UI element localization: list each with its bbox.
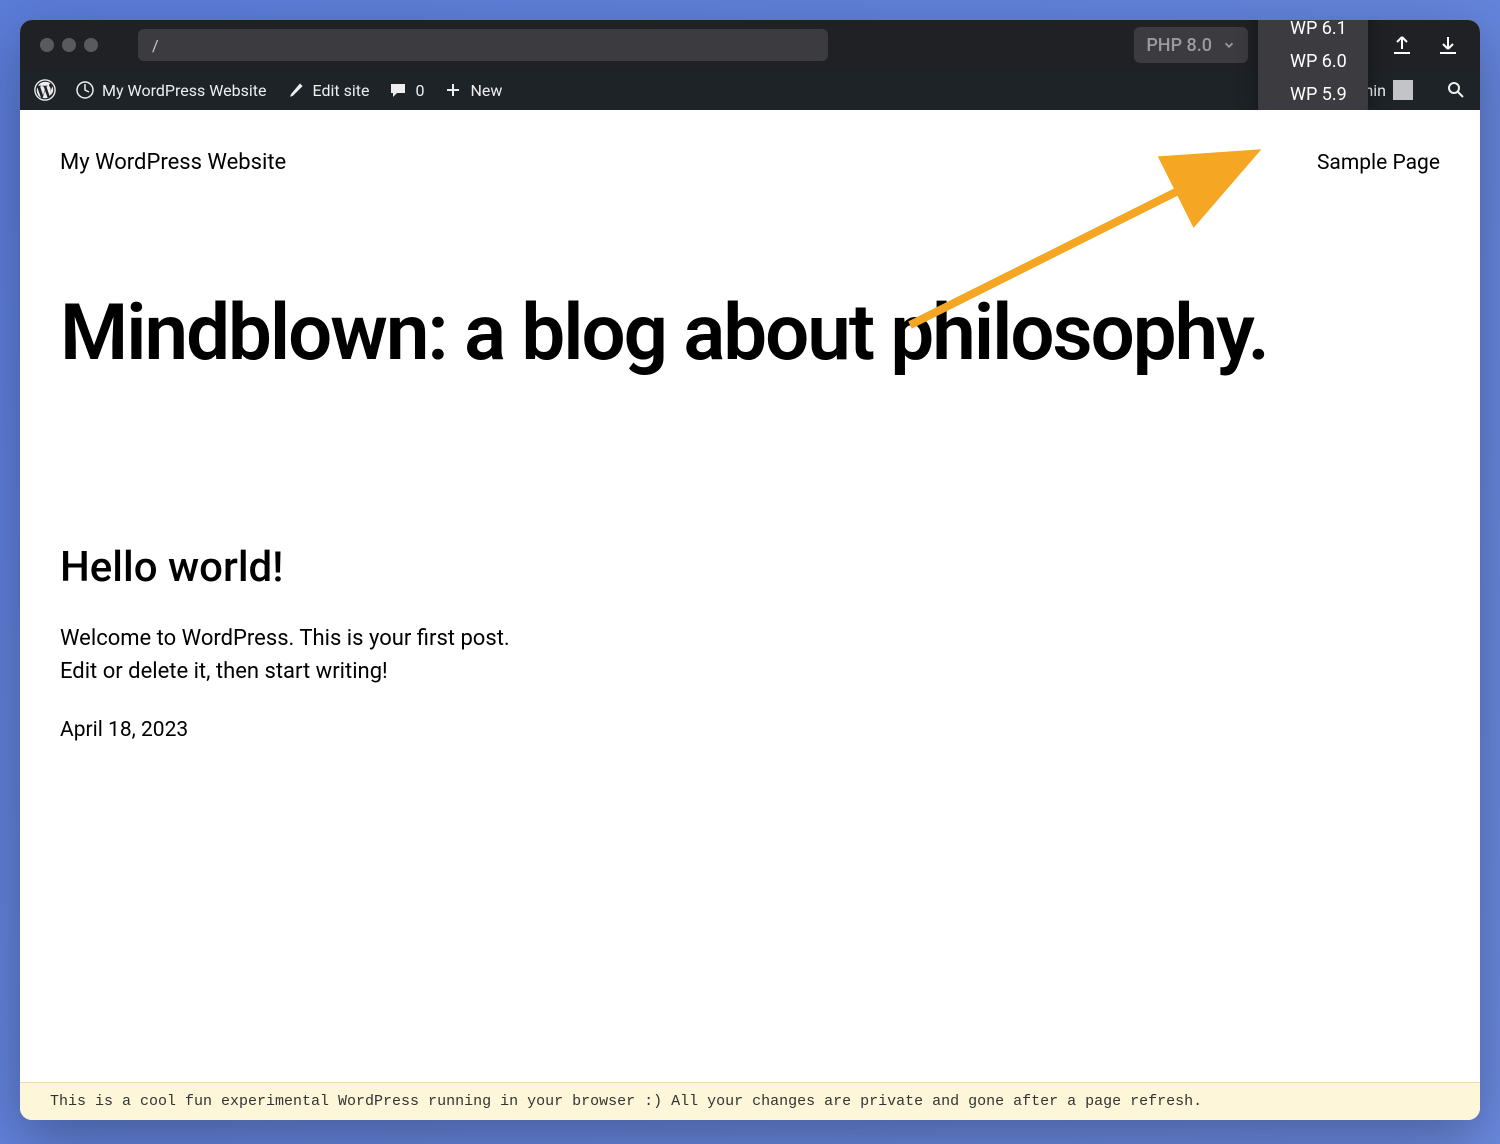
- adminbar-comments[interactable]: 0: [388, 80, 424, 100]
- nav-sample-page[interactable]: Sample Page: [1317, 151, 1440, 175]
- site-title[interactable]: My WordPress Website: [60, 150, 286, 175]
- post-body-line: Edit or delete it, then start writing!: [60, 655, 1440, 688]
- adminbar-site-name[interactable]: My WordPress Website: [75, 80, 267, 100]
- adminbar-comments-count: 0: [415, 81, 424, 100]
- post-body: Welcome to WordPress. This is your first…: [60, 622, 1440, 688]
- wp-version-dropdown[interactable]: ✓ WP 6.2 WP 6.1 WP 6.0 WP 5.9: [1258, 20, 1368, 115]
- adminbar-edit-site-label: Edit site: [313, 81, 370, 100]
- hero-heading: Mindblown: a blog about philosophy.: [60, 295, 1440, 373]
- adminbar-site-label: My WordPress Website: [102, 81, 267, 100]
- chevron-down-icon: [1222, 38, 1236, 52]
- pencil-icon: [286, 80, 306, 100]
- adminbar-new-label: New: [470, 81, 502, 100]
- minimize-window-button[interactable]: [62, 38, 76, 52]
- wp-version-option[interactable]: WP 5.9: [1262, 78, 1364, 111]
- search-icon[interactable]: [1446, 80, 1466, 100]
- footer-notice: This is a cool fun experimental WordPres…: [20, 1082, 1480, 1120]
- comment-icon: [388, 80, 408, 100]
- post-date: April 18, 2023: [60, 718, 1440, 742]
- wp-version-label: WP 6.1: [1290, 20, 1347, 39]
- post-body-line: Welcome to WordPress. This is your first…: [60, 622, 1440, 655]
- php-version-selector[interactable]: PHP 8.0: [1134, 27, 1248, 63]
- plus-icon: [443, 80, 463, 100]
- adminbar-edit-site[interactable]: Edit site: [286, 80, 370, 100]
- adminbar-new[interactable]: New: [443, 80, 502, 100]
- php-version-label: PHP 8.0: [1146, 35, 1212, 56]
- wordpress-logo-icon[interactable]: [34, 79, 56, 101]
- wp-version-label: WP 5.9: [1290, 84, 1347, 105]
- close-window-button[interactable]: [40, 38, 54, 52]
- titlebar: / PHP 8.0 ✓ WP 6.2 WP 6.1 WP 6.: [20, 20, 1480, 70]
- post: Hello world! Welcome to WordPress. This …: [60, 543, 1440, 742]
- maximize-window-button[interactable]: [84, 38, 98, 52]
- dashboard-icon: [75, 80, 95, 100]
- site-header: My WordPress Website Sample Page: [60, 150, 1440, 175]
- url-path: /: [152, 36, 159, 55]
- page-content: My WordPress Website Sample Page Mindblo…: [20, 110, 1480, 1082]
- app-window: / PHP 8.0 ✓ WP 6.2 WP 6.1 WP 6.: [20, 20, 1480, 1120]
- traffic-lights: [40, 38, 98, 52]
- download-icon[interactable]: [1436, 33, 1460, 57]
- wp-version-option[interactable]: WP 6.1: [1262, 20, 1364, 45]
- avatar: [1393, 80, 1413, 100]
- wp-version-option[interactable]: WP 6.0: [1262, 45, 1364, 78]
- upload-icon[interactable]: [1390, 33, 1414, 57]
- post-title[interactable]: Hello world!: [60, 543, 1440, 592]
- wp-version-label: WP 6.0: [1290, 51, 1347, 72]
- url-bar[interactable]: /: [138, 29, 828, 61]
